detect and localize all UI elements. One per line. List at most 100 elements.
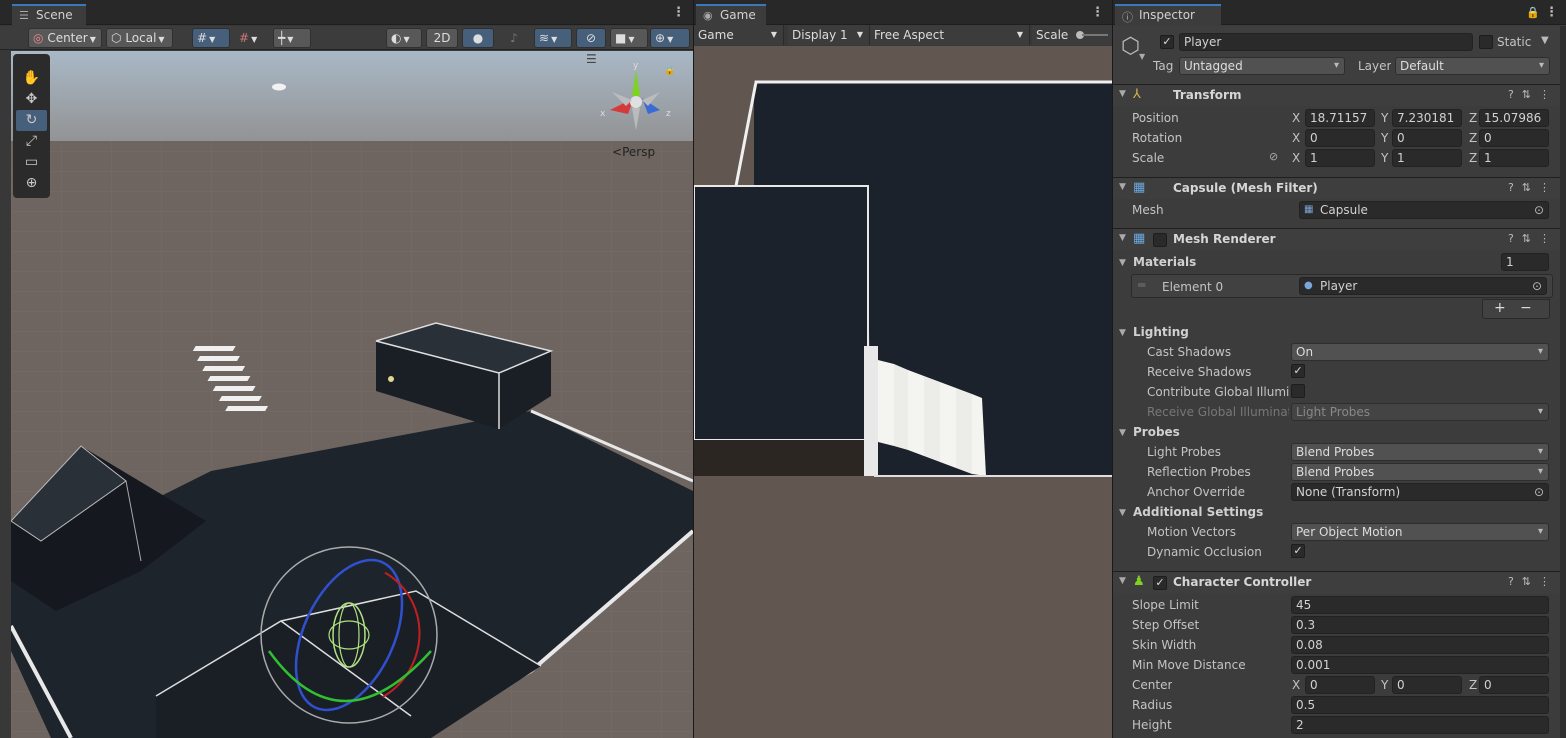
rotate-tool-icon[interactable]: ↻: [16, 110, 47, 131]
receive-shadows-checkbox[interactable]: ✓: [1291, 364, 1305, 378]
rotation-z-input[interactable]: 0: [1479, 129, 1549, 147]
scale-z-input[interactable]: 1: [1479, 149, 1549, 167]
remove-material-button[interactable]: −: [1520, 300, 1532, 316]
reflection-probes-dropdown[interactable]: Blend Probes: [1291, 463, 1549, 481]
component-menu-icons[interactable]: ?⇅⋮: [1508, 575, 1558, 588]
component-menu-icons[interactable]: ?⇅⋮: [1508, 181, 1558, 194]
effects-dropdown[interactable]: ≋ ▼: [534, 28, 572, 48]
fold-arrow-icon[interactable]: ▼: [1119, 182, 1126, 192]
layer-dropdown[interactable]: Default: [1395, 57, 1550, 75]
center-z-input[interactable]: 0: [1479, 676, 1549, 694]
scale-slider[interactable]: Scale: [1032, 25, 1112, 45]
position-y-input[interactable]: 7.230181: [1392, 109, 1462, 127]
character-controller-header[interactable]: ▼ ♟ ✓ Character Controller ?⇅⋮: [1113, 571, 1566, 593]
object-picker-icon[interactable]: ⊙: [1534, 484, 1544, 500]
audio-toggle-button[interactable]: ♪: [498, 28, 530, 48]
static-dropdown-icon[interactable]: ▼: [1541, 35, 1549, 46]
step-offset-input[interactable]: 0.3: [1291, 616, 1549, 634]
materials-fold-icon[interactable]: ▼: [1119, 258, 1126, 268]
pivot-rotation-dropdown[interactable]: ⬡ Local ▼: [106, 28, 173, 48]
gizmos-dropdown[interactable]: ⊕ ▼: [650, 28, 690, 48]
hand-tool-icon[interactable]: ✋: [16, 68, 47, 89]
display-dropdown[interactable]: Display 1 ▼: [788, 25, 870, 45]
scale-x-input[interactable]: 1: [1305, 149, 1375, 167]
min-move-distance-input[interactable]: 0.001: [1291, 656, 1549, 674]
2d-toggle-button[interactable]: 2D: [426, 28, 458, 48]
fold-arrow-icon[interactable]: ▼: [1119, 233, 1126, 243]
rotation-y-input[interactable]: 0: [1392, 129, 1462, 147]
probes-fold-icon[interactable]: ▼: [1119, 428, 1126, 438]
mesh-renderer-enabled-checkbox[interactable]: [1153, 233, 1167, 247]
rotation-x-input[interactable]: 0: [1305, 129, 1375, 147]
component-menu-icons[interactable]: ?⇅⋮: [1508, 88, 1558, 101]
additional-settings-fold-icon[interactable]: ▼: [1119, 508, 1126, 518]
mesh-renderer-header[interactable]: ▼ ▦ Mesh Renderer ?⇅⋮: [1113, 228, 1566, 250]
materials-count-input[interactable]: 1: [1501, 253, 1549, 271]
cast-shadows-dropdown[interactable]: On: [1291, 343, 1549, 361]
draw-mode-dropdown[interactable]: ◐ ▼: [386, 28, 422, 48]
grid-snap-button[interactable]: # ▼: [192, 28, 230, 48]
fold-arrow-icon[interactable]: ▼: [1119, 89, 1126, 99]
constrain-proportions-icon[interactable]: ⊘: [1269, 150, 1278, 163]
inspector-menu-icon[interactable]: ⋮: [1545, 5, 1558, 20]
transform-header[interactable]: ▼ ⅄ Transform ?⇅⋮: [1113, 84, 1566, 106]
scale-y-input[interactable]: 1: [1392, 149, 1462, 167]
transform-tool-icon[interactable]: ⊕: [16, 173, 47, 194]
min-move-distance-value: 0.001: [1296, 658, 1331, 672]
game-mode-dropdown[interactable]: Game ▼: [694, 25, 784, 45]
tab-game[interactable]: ◉ Game: [696, 4, 766, 26]
tab-inspector[interactable]: ⓘ Inspector: [1115, 4, 1221, 26]
lighting-fold-icon[interactable]: ▼: [1119, 328, 1126, 338]
lock-icon[interactable]: 🔒: [664, 66, 675, 76]
increment-snap-button[interactable]: # ▼: [234, 28, 270, 48]
center-x-input[interactable]: 0: [1305, 676, 1375, 694]
persp-toggle[interactable]: <Persp: [612, 145, 655, 159]
drag-handle-icon[interactable]: ═: [1138, 278, 1145, 292]
game-viewport[interactable]: [694, 46, 1112, 738]
object-name-input[interactable]: Player: [1179, 33, 1473, 51]
lighting-toggle-button[interactable]: ●: [462, 28, 494, 48]
character-controller-enabled-checkbox[interactable]: ✓: [1153, 576, 1167, 590]
center-y-value: 0: [1397, 678, 1405, 692]
icon-dropdown-arrow-icon[interactable]: ▼: [1139, 52, 1145, 61]
contribute-gi-checkbox[interactable]: [1291, 384, 1305, 398]
mesh-filter-header[interactable]: ▼ ▦ Capsule (Mesh Filter) ?⇅⋮: [1113, 177, 1566, 199]
fold-arrow-icon[interactable]: ▼: [1119, 576, 1126, 586]
inspector-lock-icon[interactable]: 🔒: [1526, 6, 1540, 19]
skin-width-input[interactable]: 0.08: [1291, 636, 1549, 654]
element0-material-field[interactable]: ● Player ⊙: [1299, 277, 1547, 295]
grid-visibility-button[interactable]: ┿ ▼: [273, 28, 311, 48]
height-input[interactable]: 2: [1291, 716, 1549, 734]
mesh-object-field[interactable]: ▦ Capsule ⊙: [1299, 201, 1549, 219]
active-checkbox[interactable]: ✓: [1160, 35, 1174, 49]
scene-visibility-button[interactable]: ⊘: [576, 28, 606, 48]
slope-limit-input[interactable]: 45: [1291, 596, 1549, 614]
component-menu-icons[interactable]: ?⇅⋮: [1508, 232, 1558, 245]
pivot-mode-dropdown[interactable]: ◎ Center ▼: [28, 28, 102, 48]
anchor-override-field[interactable]: None (Transform) ⊙: [1291, 483, 1549, 501]
scene-menu-icon[interactable]: ⋮: [672, 5, 685, 20]
tag-dropdown[interactable]: Untagged: [1179, 57, 1345, 75]
scene-viewport[interactable]: [11, 51, 693, 738]
radius-input[interactable]: 0.5: [1291, 696, 1549, 714]
scale-tool-icon[interactable]: ⤢: [16, 131, 47, 152]
game-menu-icon[interactable]: ⋮: [1091, 5, 1104, 20]
object-picker-icon[interactable]: ⊙: [1534, 202, 1544, 218]
light-probes-dropdown[interactable]: Blend Probes: [1291, 443, 1549, 461]
inspector-scrollbar[interactable]: [1560, 26, 1566, 738]
aspect-dropdown[interactable]: Free Aspect ▼: [870, 25, 1030, 45]
move-tool-icon[interactable]: ✥: [16, 89, 47, 110]
rect-tool-icon[interactable]: ▭: [16, 152, 47, 173]
tab-scene[interactable]: ☰ Scene: [12, 4, 86, 26]
position-z-input[interactable]: 15.07986: [1479, 109, 1549, 127]
object-picker-icon[interactable]: ⊙: [1532, 278, 1542, 294]
center-y-input[interactable]: 0: [1392, 676, 1462, 694]
gameobject-cube-icon: ⬡: [1121, 34, 1141, 59]
motion-vectors-dropdown[interactable]: Per Object Motion: [1291, 523, 1549, 541]
dynamic-occlusion-checkbox[interactable]: ✓: [1291, 544, 1305, 558]
static-checkbox[interactable]: [1479, 35, 1493, 49]
position-x-input[interactable]: 18.71157: [1305, 109, 1375, 127]
camera-dropdown[interactable]: ■ ▼: [610, 28, 648, 48]
add-material-button[interactable]: +: [1494, 300, 1506, 316]
scene-menu-lines-icon[interactable]: ☰: [586, 52, 597, 66]
